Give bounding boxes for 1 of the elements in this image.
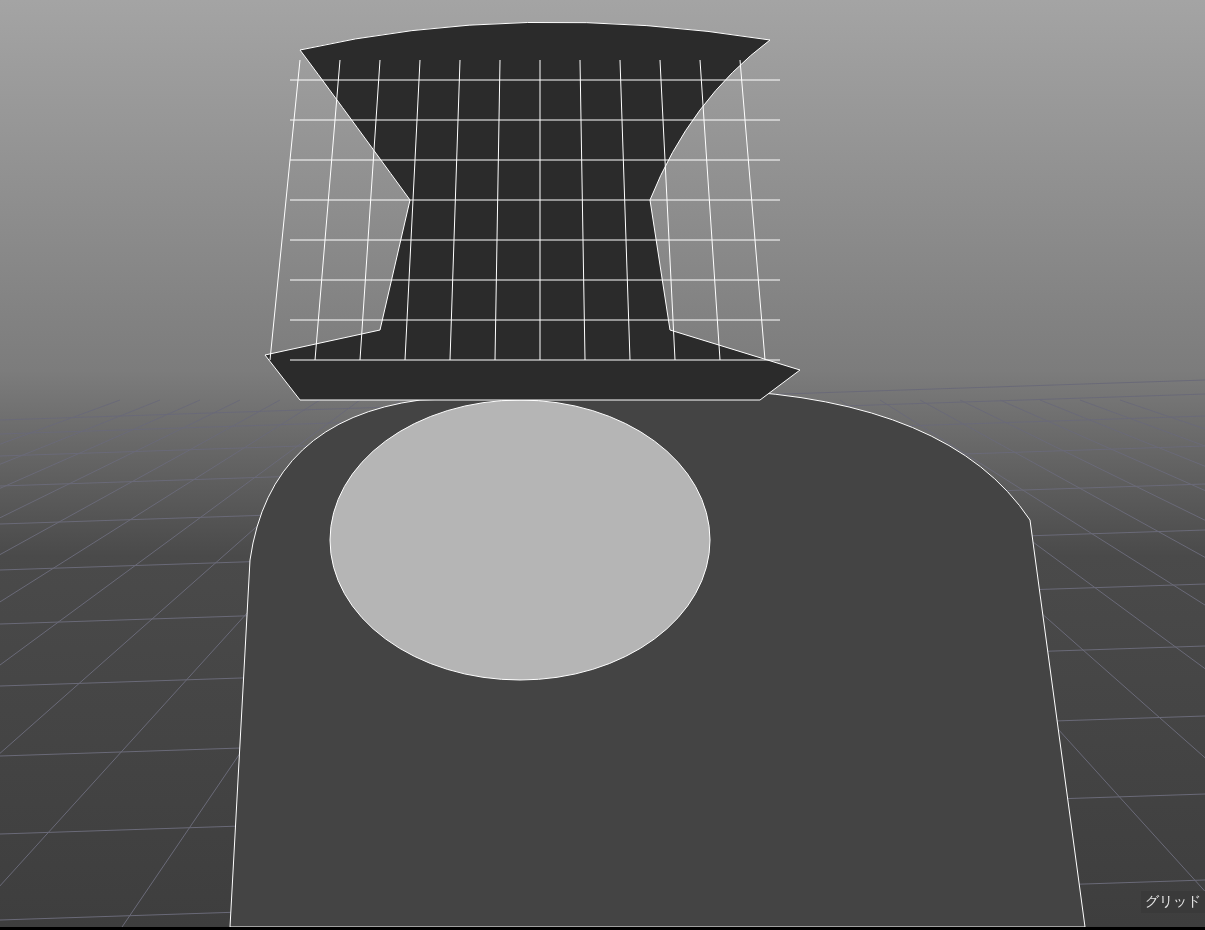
viewport-label: グリッド (1141, 891, 1205, 913)
